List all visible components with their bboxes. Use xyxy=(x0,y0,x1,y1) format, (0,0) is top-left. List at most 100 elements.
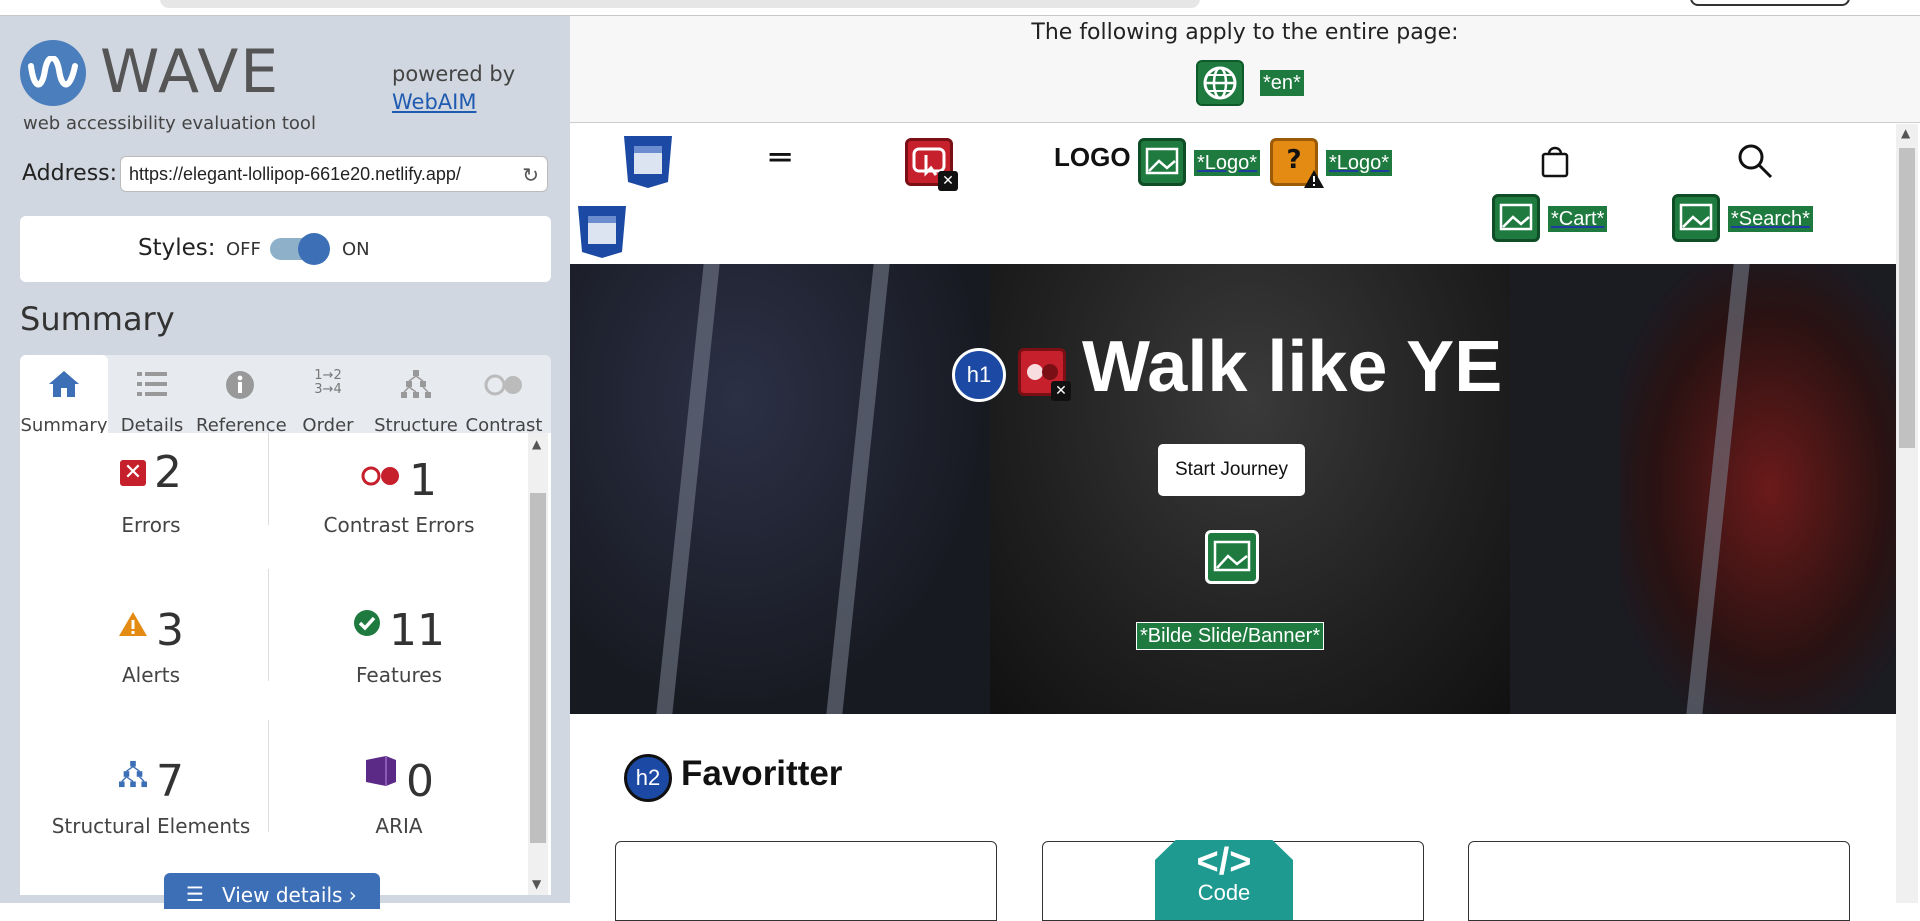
logo-alt-tag-1: *Logo* xyxy=(1194,150,1261,176)
shopping-bag-icon[interactable] xyxy=(1540,144,1570,182)
alerts-count: 3 xyxy=(156,605,184,656)
scroll-down-icon[interactable]: ▼ xyxy=(532,877,541,891)
product-card[interactable] xyxy=(615,841,997,921)
stat-errors[interactable]: ✕ 2 Errors xyxy=(20,447,282,547)
error-x-icon: ✕ xyxy=(938,171,958,191)
styles-toggle-box: Styles: OFF ON xyxy=(20,216,551,282)
hero-bg xyxy=(570,264,990,714)
h1-badge[interactable]: h1 xyxy=(952,348,1006,402)
info-icon xyxy=(196,369,284,403)
list-icon xyxy=(108,369,196,403)
hierarchy-icon xyxy=(372,369,460,403)
region-header-icon[interactable] xyxy=(622,134,674,190)
favorites-heading: Favoritter xyxy=(681,754,843,793)
search-icon[interactable] xyxy=(1736,142,1774,184)
linked-image-icon[interactable] xyxy=(1672,194,1720,242)
summary-panel: ✕ 2 Errors 1 Contrast Errors 3 Alerts 11 … xyxy=(20,433,551,895)
errors-count: 2 xyxy=(154,447,182,498)
order-icon: 1→2 3→4 xyxy=(314,368,342,397)
hero-banner: h1 ✕ Walk like YE Start Journey *Bilde S… xyxy=(570,264,1896,714)
page-scroll-thumb[interactable] xyxy=(1899,148,1915,448)
page-scrollbar[interactable]: ▲ xyxy=(1896,124,1918,903)
contrast-label: Contrast Errors xyxy=(323,513,475,537)
h2-badge[interactable]: h2 xyxy=(624,754,672,802)
errors-label: Errors xyxy=(121,513,181,537)
stat-alerts[interactable]: 3 Alerts xyxy=(20,597,282,697)
banner-alt-tag: *Bilde Slide/Banner* xyxy=(1136,622,1325,650)
features-label: Features xyxy=(356,663,442,687)
styles-on-label: ON xyxy=(342,239,370,260)
summary-heading: Summary xyxy=(20,300,175,338)
error-x-icon: ✕ xyxy=(1051,381,1071,401)
feature-icon xyxy=(353,597,381,648)
reload-icon[interactable]: ↻ xyxy=(522,163,539,187)
webaim-link[interactable]: WebAIM xyxy=(392,88,515,116)
view-details-button[interactable]: ☰ View details › xyxy=(164,873,380,909)
site-logo-text[interactable]: LOGO xyxy=(1054,142,1131,173)
hamburger-menu-icon[interactable]: ═ xyxy=(770,138,790,178)
linked-image-icon[interactable] xyxy=(1492,194,1540,242)
scroll-up-icon[interactable]: ▲ xyxy=(532,437,541,451)
entire-page-label: The following apply to the entire page: xyxy=(1031,20,1459,45)
logo-alt-tag-2: *Logo* xyxy=(1326,150,1393,176)
address-label: Address: xyxy=(22,161,118,186)
stat-contrast-errors[interactable]: 1 Contrast Errors xyxy=(268,447,530,547)
alerts-label: Alerts xyxy=(121,663,181,687)
hero-bg xyxy=(1620,264,1896,714)
stat-structural[interactable]: 7 Structural Elements xyxy=(20,748,282,848)
wave-logo-icon xyxy=(20,40,86,106)
stat-features[interactable]: 11 Features xyxy=(268,597,530,697)
alert-icon xyxy=(118,597,148,648)
summary-scrollbar[interactable]: ▲ ▼ xyxy=(528,433,548,895)
page-level-banner: The following apply to the entire page: … xyxy=(570,16,1920,123)
code-symbol: </> xyxy=(1196,841,1252,883)
language-globe-icon[interactable] xyxy=(1196,60,1244,106)
browser-top-strip xyxy=(0,0,1920,16)
features-count: 11 xyxy=(389,605,445,656)
cart-alt-tag: *Cart* xyxy=(1548,206,1608,232)
scroll-thumb[interactable] xyxy=(530,493,546,843)
home-icon xyxy=(20,369,108,403)
contrast-error-icon[interactable]: ✕ xyxy=(1018,348,1071,401)
address-input[interactable] xyxy=(127,161,507,187)
powered-by: powered by WebAIM xyxy=(392,60,515,116)
image-feature-icon[interactable] xyxy=(1205,530,1259,584)
list-icon: ☰ xyxy=(186,882,204,906)
view-details-label: View details › xyxy=(222,883,357,907)
powered-by-text: powered by xyxy=(392,62,516,86)
browser-url-bar[interactable] xyxy=(160,0,1200,8)
wave-brand: WAVE xyxy=(100,37,281,107)
error-button-empty-icon[interactable]: ✕ xyxy=(905,138,958,191)
search-alt-tag: *Search* xyxy=(1728,206,1813,232)
start-journey-button[interactable]: Start Journey xyxy=(1158,444,1305,496)
page-preview: The following apply to the entire page: … xyxy=(570,16,1920,921)
address-box: ↻ xyxy=(120,156,548,192)
structural-label: Structural Elements xyxy=(51,814,251,838)
region-nav-icon[interactable] xyxy=(576,204,628,260)
aria-icon xyxy=(364,748,398,799)
site-nav: ═ ✕ LOGO *Logo* ? *Logo* *Cart* *Search* xyxy=(570,124,1896,264)
styles-toggle[interactable] xyxy=(270,233,330,265)
lang-tag: *en* xyxy=(1260,70,1304,96)
contrast-error-icon xyxy=(361,447,401,498)
structure-icon xyxy=(118,748,148,799)
toggle-knob[interactable] xyxy=(298,233,330,265)
code-label: Code xyxy=(1197,880,1251,905)
suspicious-alt-icon[interactable]: ? xyxy=(1270,138,1324,188)
styles-off-label: OFF xyxy=(226,239,261,260)
styles-label: Styles: xyxy=(138,235,216,261)
product-card[interactable] xyxy=(1468,841,1850,921)
aria-count: 0 xyxy=(406,756,434,807)
code-icon[interactable]: </> Code xyxy=(1155,840,1293,920)
aria-label: ARIA xyxy=(375,814,423,838)
structural-count: 7 xyxy=(156,756,184,807)
linked-image-icon[interactable] xyxy=(1138,138,1186,186)
stat-aria[interactable]: 0 ARIA xyxy=(268,748,530,848)
browser-action-button[interactable] xyxy=(1690,0,1850,6)
contrast-icon xyxy=(460,369,548,403)
error-icon: ✕ xyxy=(120,460,146,486)
scroll-up-icon[interactable]: ▲ xyxy=(1901,126,1910,140)
wave-subtitle: web accessibility evaluation tool xyxy=(23,113,316,134)
contrast-count: 1 xyxy=(409,455,437,506)
alert-triangle-icon xyxy=(1303,169,1325,193)
